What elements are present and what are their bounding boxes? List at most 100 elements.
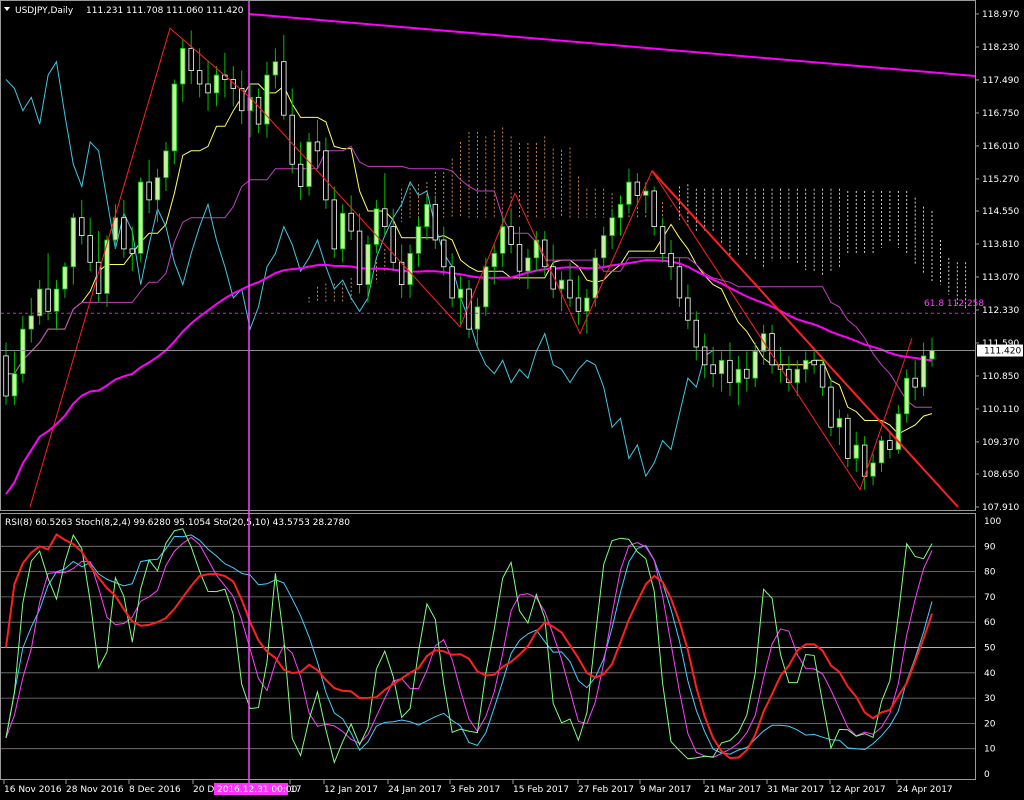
candle-body: [912, 377, 918, 388]
candle-body: [744, 368, 750, 379]
time-tick-label: 24 Jan 2017: [388, 785, 442, 795]
candle-body: [904, 377, 910, 415]
osc-tick-label: 70: [984, 593, 996, 603]
price-tick-label: 113.810: [982, 240, 1019, 250]
candle-body: [550, 266, 556, 290]
candle-body: [828, 386, 834, 428]
osc-tick-label: 20: [984, 719, 996, 729]
candle-body: [676, 266, 683, 299]
time-tick-label: 9 Mar 2017: [640, 785, 691, 795]
candle-body: [390, 226, 396, 263]
price-tick-label: 118.230: [982, 43, 1019, 53]
candle-body: [887, 440, 893, 450]
candle-body: [567, 279, 573, 299]
candle-body: [710, 364, 716, 375]
price-tick-label: 110.850: [982, 372, 1019, 382]
candle-body: [845, 417, 851, 459]
crosshair-time-label: 2016.12.31 00:00: [217, 785, 298, 795]
candle-body: [727, 359, 733, 384]
candle-body: [441, 239, 447, 268]
osc-tick-label: 90: [984, 542, 996, 552]
candle-body: [592, 257, 598, 299]
candle-body: [188, 47, 194, 72]
candle-body: [600, 235, 607, 259]
chart-root: 118.970 118.230 117.490 116.750 116.010 115.2…: [0, 0, 1024, 800]
candle-body: [340, 212, 346, 250]
time-tick-label: 8 Dec 2016: [129, 785, 181, 795]
symbol-label: USDJPY,Daily: [15, 6, 74, 16]
candle-body: [87, 235, 93, 263]
candle-body: [323, 150, 329, 201]
candle-body: [483, 266, 489, 308]
candle-body: [584, 297, 590, 312]
candle-body: [836, 417, 843, 428]
candle-body: [870, 462, 876, 477]
candle-body: [752, 351, 758, 379]
time-tick-label: 15 Feb 2017: [513, 785, 569, 795]
candle-body: [643, 190, 649, 196]
candle-body: [53, 288, 60, 312]
candle-body: [668, 252, 674, 268]
candle-body: [205, 83, 211, 94]
candle-body: [525, 257, 531, 272]
candle-body: [491, 252, 497, 268]
candle-body: [432, 203, 439, 241]
candle-body: [281, 61, 287, 116]
price-tick-label: 116.750: [982, 109, 1019, 119]
chart-background: [0, 0, 1024, 800]
time-tick-label: 12 Jan 2017: [324, 785, 378, 795]
candle-body: [803, 359, 809, 370]
candle-body: [878, 440, 885, 464]
candle-body: [516, 244, 523, 272]
candle-body: [180, 47, 186, 85]
price-tick-label: 110.110: [982, 405, 1019, 415]
candle-body: [264, 74, 270, 125]
price-tick-label: 112.330: [982, 306, 1019, 316]
candle-body: [920, 355, 927, 388]
candle-body: [129, 248, 135, 254]
candle-body: [819, 364, 826, 388]
candle-body: [693, 319, 699, 348]
ohlc-values: 111.231 111.708 111.060 111.420: [86, 6, 244, 16]
candle-body: [634, 181, 641, 196]
candle-body: [609, 217, 615, 236]
candle-body: [769, 333, 775, 366]
candle-body: [382, 208, 388, 228]
candle-body: [651, 190, 657, 228]
osc-tick-label: 10: [984, 745, 996, 755]
candle-body: [20, 328, 26, 375]
candle-body: [685, 297, 691, 321]
candle-body: [449, 266, 455, 299]
time-tick-label: 27 Feb 2017: [578, 785, 634, 795]
price-tick-label: 107.910: [982, 503, 1019, 513]
price-tick-label: 109.370: [982, 438, 1019, 448]
osc-tick-label: 100: [984, 517, 1001, 527]
current-price-label: 111.420: [984, 347, 1021, 357]
candle-body: [28, 315, 34, 330]
candle-body: [154, 177, 161, 201]
time-tick-label: 12 Apr 2017: [830, 785, 886, 795]
candle-body: [626, 181, 632, 205]
candle-body: [3, 355, 9, 397]
candle-body: [811, 359, 817, 366]
candle-body: [255, 96, 262, 125]
oscillator-label: RSI(8) 60.5263 Stoch(8,2,4) 99.6280 95.1…: [5, 518, 350, 528]
candle-body: [365, 244, 371, 285]
candle-body: [163, 150, 169, 178]
price-tick-label: 113.070: [982, 273, 1019, 283]
header-info: USDJPY,Daily 111.231 111.708 111.060 111…: [4, 6, 244, 16]
time-tick-label: 3 Feb 2017: [450, 785, 500, 795]
price-tick-label: 115.270: [982, 175, 1019, 185]
candle-body: [62, 266, 68, 290]
fib-level-label: 61.8 112.258: [924, 299, 984, 309]
candle-body: [794, 368, 801, 384]
candle-body: [289, 114, 295, 165]
candle-body: [853, 444, 859, 459]
candle-body: [718, 359, 725, 375]
candle-body: [121, 217, 127, 250]
candle-body: [137, 181, 144, 254]
price-tick-label: 108.650: [982, 470, 1019, 480]
osc-tick-label: 80: [984, 568, 996, 578]
candle-body: [735, 368, 742, 384]
candle-body: [702, 346, 708, 366]
